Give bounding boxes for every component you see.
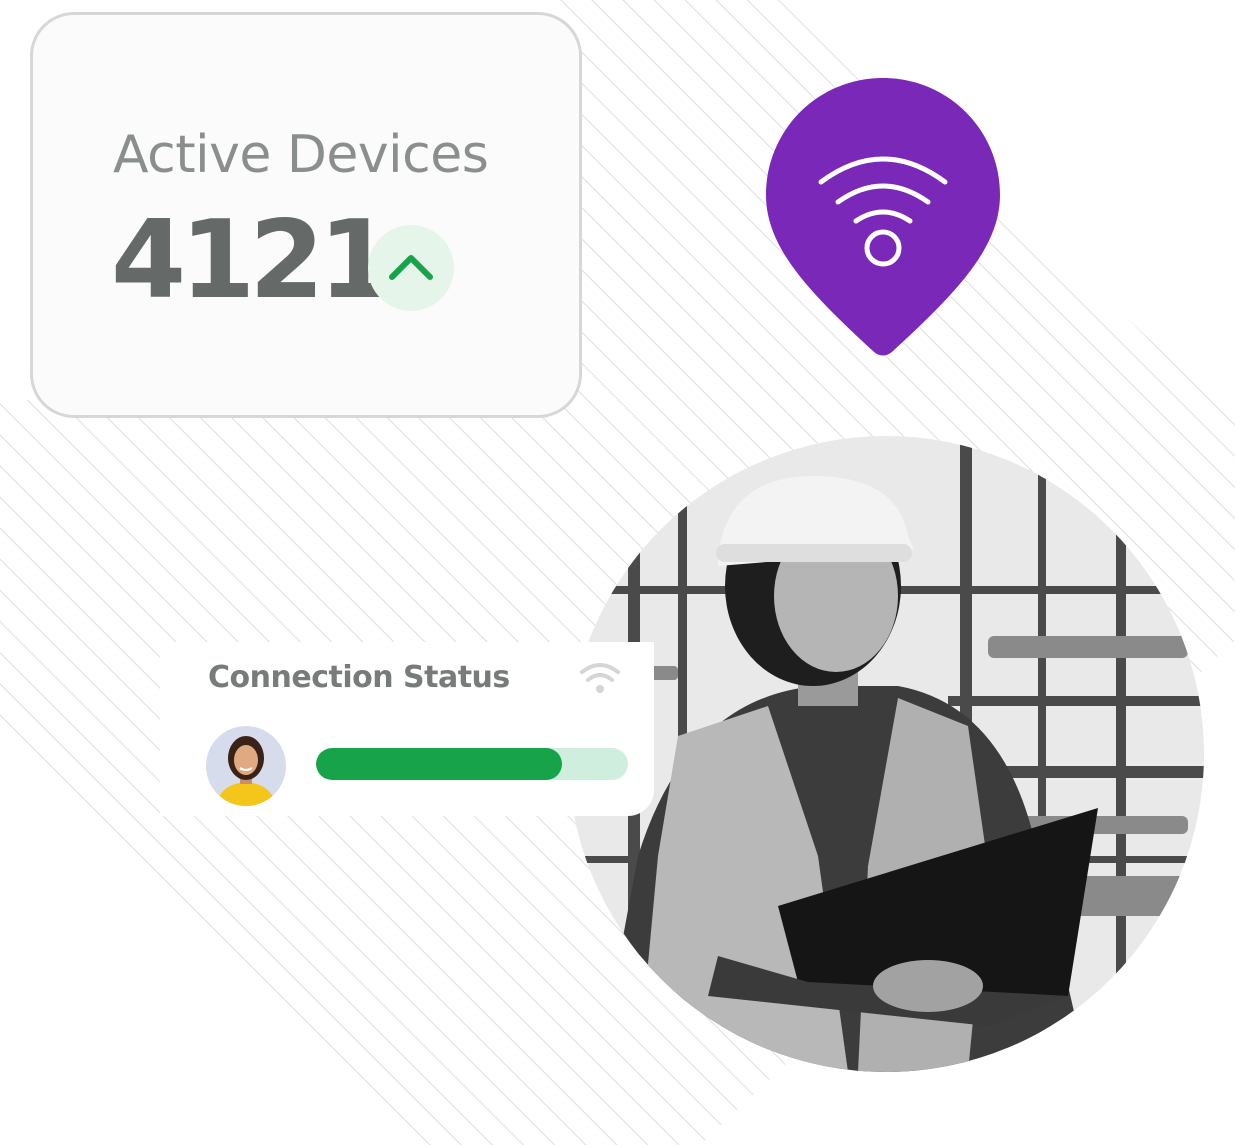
active-devices-count: 4121 <box>111 198 394 323</box>
active-devices-card: Active Devices 4121 <box>30 12 582 418</box>
worker-photo <box>568 436 1204 1072</box>
connection-status-card: Connection Status <box>160 642 654 816</box>
trend-up-badge <box>368 225 454 311</box>
connection-progress-fill <box>316 748 563 780</box>
active-devices-title: Active Devices <box>113 125 489 185</box>
avatar <box>206 726 286 806</box>
connection-progress-bar <box>316 748 628 780</box>
location-pin-marker <box>766 78 1000 356</box>
chevron-up-icon <box>389 255 433 280</box>
wifi-icon <box>580 663 620 693</box>
connection-status-title: Connection Status <box>208 660 510 695</box>
avatar-image <box>206 726 286 806</box>
